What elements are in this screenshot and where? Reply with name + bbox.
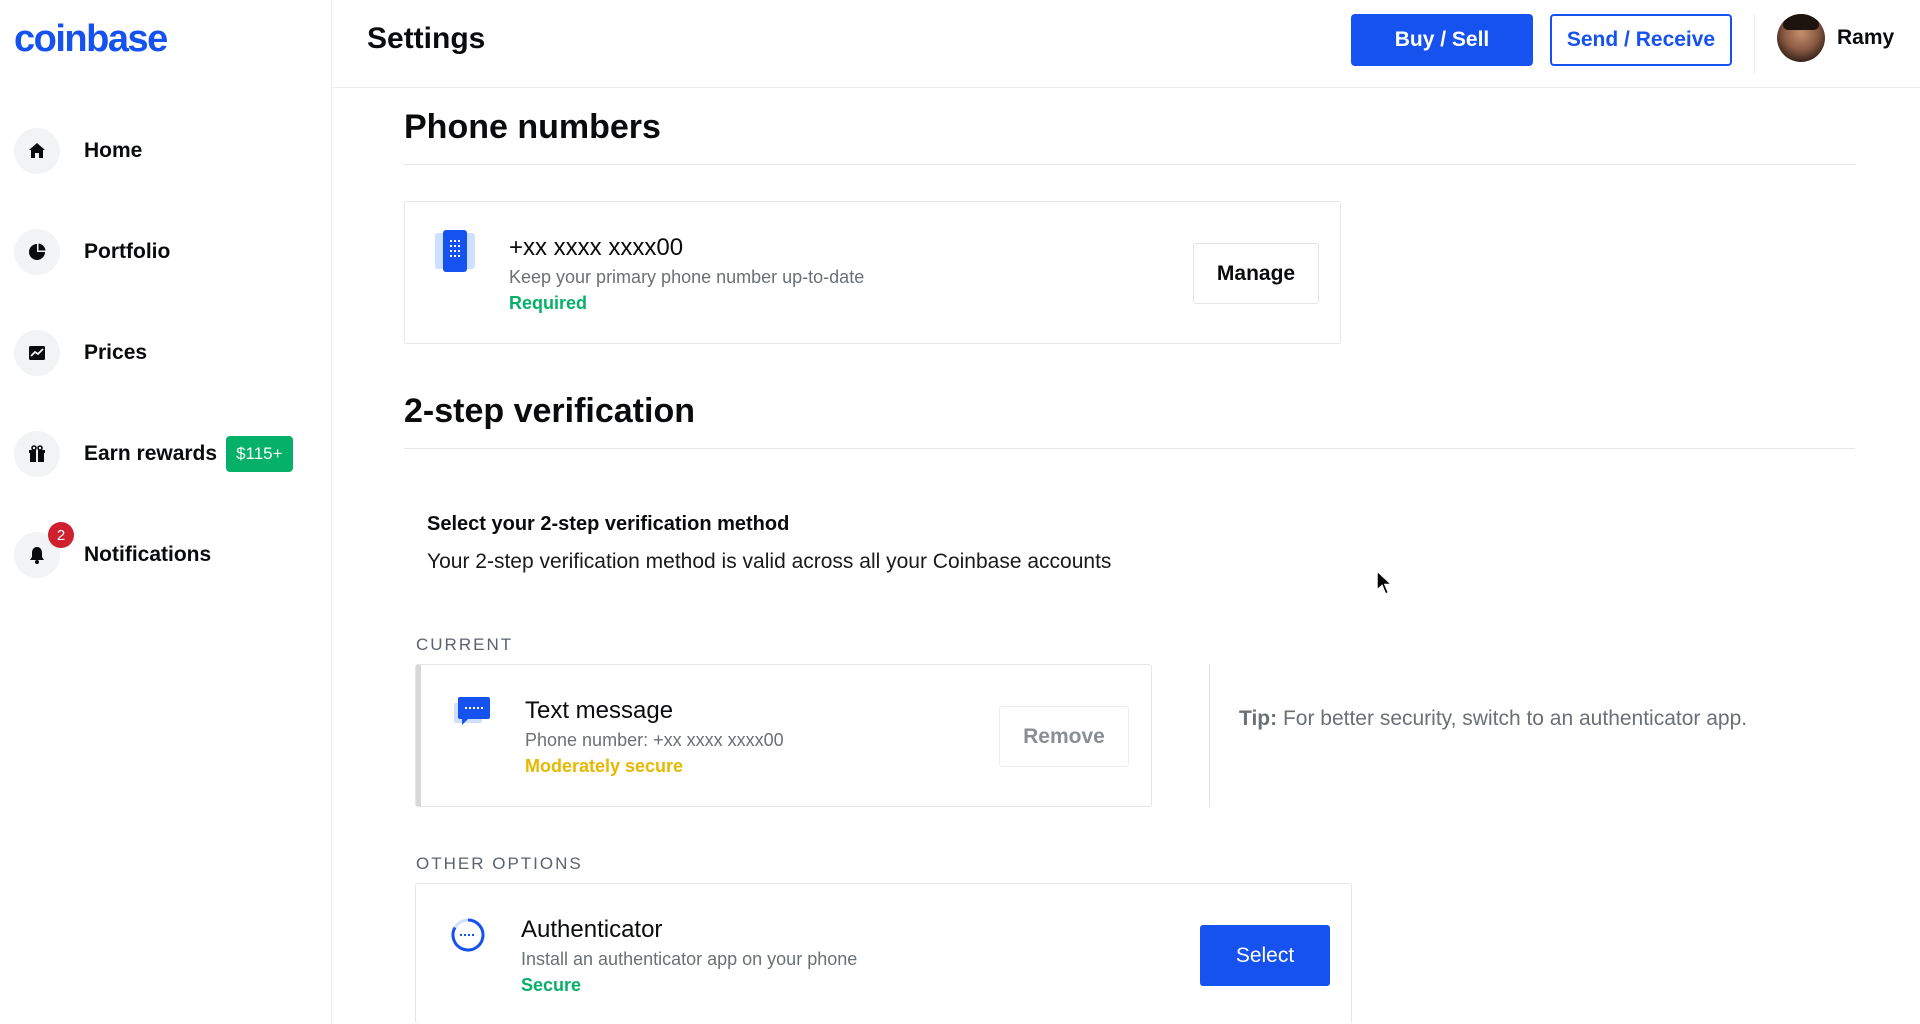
coinbase-logo[interactable]: coinbase [14,18,168,61]
two-step-title: 2-step verification [404,392,695,430]
page-title: Settings [367,22,486,55]
mouse-cursor-icon [1376,570,1394,595]
two-step-heading: Select your 2-step verification method [427,513,790,535]
tip-text: For better security, switch to an authen… [1277,707,1748,730]
remove-button[interactable]: Remove [999,706,1129,767]
sidebar-item-label: Home [84,139,143,162]
message-icon [454,697,490,725]
app: coinbase Home Portfolio Prices Earn rewa… [0,0,1920,1024]
sidebar-item-label: Portfolio [84,240,171,263]
authenticator-title: Authenticator [521,916,663,943]
sidebar-item-earn-rewards[interactable]: Earn rewards $115+ [14,430,314,478]
card-accent [416,665,421,806]
section-divider [404,164,1855,165]
authenticator-card: Authenticator Install an authenticator a… [415,883,1352,1024]
tip-divider [1209,664,1210,807]
phone-number-description: Keep your primary phone number up-to-dat… [509,267,865,287]
status-badge: Required [509,293,588,313]
sidebar-item-portfolio[interactable]: Portfolio [14,228,314,276]
avatar[interactable] [1777,14,1825,62]
status-badge: Secure [521,975,582,995]
authenticator-description: Install an authenticator app on your pho… [521,949,858,969]
notification-count-badge: 2 [48,522,74,548]
manage-button[interactable]: Manage [1193,243,1319,304]
status-badge: Moderately secure [525,756,684,776]
sidebar-item-label: Notifications [84,543,212,566]
bell-icon: 2 [14,522,74,578]
pie-chart-icon [14,229,60,275]
phone-number-value: +xx xxxx xxxx00 [509,234,684,261]
chart-icon [14,330,60,376]
phone-icon [435,230,475,272]
section-divider [404,448,1855,449]
other-options-label: OTHER OPTIONS [416,854,583,873]
phone-number-card: +xx xxxx xxxx00 Keep your primary phone … [404,201,1341,344]
reward-badge: $115+ [226,436,293,472]
security-tip: Tip: For better security, switch to an a… [1239,703,1759,735]
phone-numbers-title: Phone numbers [404,108,661,146]
send-receive-button[interactable]: Send / Receive [1550,14,1732,66]
tip-label: Tip: [1239,707,1278,730]
sidebar-item-notifications[interactable]: 2 Notifications [14,522,314,579]
sidebar: coinbase Home Portfolio Prices Earn rewa… [0,0,332,1024]
select-authenticator-button[interactable]: Select [1200,925,1330,986]
two-step-description: Your 2-step verification method is valid… [427,550,1112,573]
header-divider [1754,14,1755,74]
sidebar-item-home[interactable]: Home [14,127,314,175]
current-method-phone: Phone number: +xx xxxx xxxx00 [525,730,784,750]
sidebar-item-prices[interactable]: Prices [14,329,314,377]
sidebar-item-label: Earn rewards [84,442,218,465]
current-label: CURRENT [416,635,514,654]
user-name[interactable]: Ramy [1837,26,1894,50]
buy-sell-button[interactable]: Buy / Sell [1351,14,1533,66]
sidebar-item-label: Prices [84,341,148,364]
current-method-title: Text message [525,697,674,724]
top-header: Settings Buy / Sell Send / Receive Ramy [333,0,1920,88]
home-icon [14,128,60,174]
gift-icon [14,431,60,477]
authenticator-icon [451,918,485,952]
current-method-card: Text message Phone number: +xx xxxx xxxx… [415,664,1152,807]
